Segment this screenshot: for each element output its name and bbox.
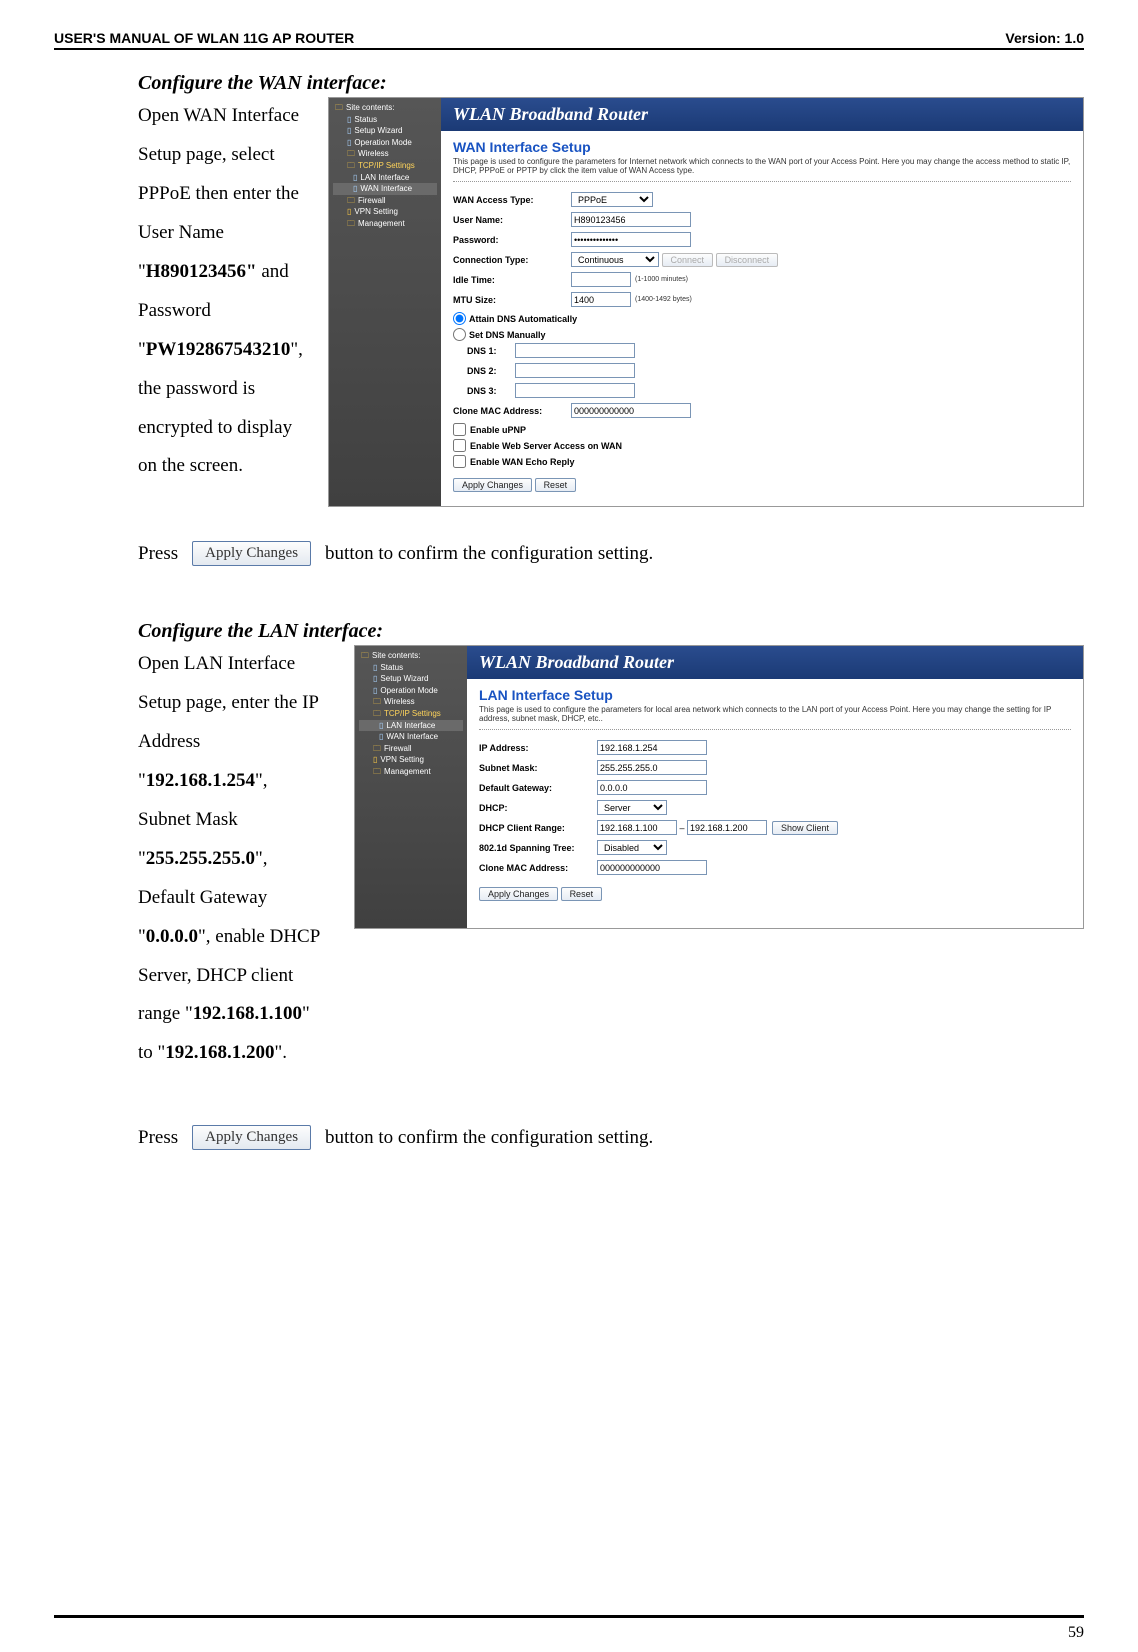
apply-changes-button[interactable]: Apply Changes <box>192 541 311 566</box>
lan-dhcp-select[interactable]: Server <box>597 800 667 815</box>
wan-screenshot: 🗀Site contents: ▯Status ▯Setup Wizard ▯O… <box>328 97 1084 507</box>
upnp-checkbox[interactable] <box>453 423 466 436</box>
router-banner: WLAN Broadband Router <box>467 646 1083 679</box>
lan-range-a-input[interactable] <box>597 820 677 835</box>
lan-range-b-input[interactable] <box>687 820 767 835</box>
doc-header-right: Version: 1.0 <box>1005 30 1084 46</box>
echo-checkbox[interactable] <box>453 455 466 468</box>
section-a-body: Open WAN Interface Setup page, select PP… <box>138 97 320 486</box>
wan-user-input[interactable] <box>571 212 691 227</box>
press-tail: button to confirm the configuration sett… <box>325 543 653 565</box>
wan-idle-input[interactable] <box>571 272 631 287</box>
wan-title: WAN Interface Setup <box>453 139 1071 155</box>
router-banner: WLAN Broadband Router <box>441 98 1083 131</box>
lan-desc: This page is used to configure the param… <box>479 705 1071 730</box>
wan-apply-button[interactable]: Apply Changes <box>453 478 532 492</box>
press-label: Press <box>138 1127 178 1149</box>
press-tail: button to confirm the configuration sett… <box>325 1127 653 1149</box>
wan-mtu-input[interactable] <box>571 292 631 307</box>
wan-clone-input[interactable] <box>571 403 691 418</box>
page-number: 59 <box>1068 1624 1084 1642</box>
section-a-title: Configure the WAN interface: <box>138 72 1084 95</box>
show-client-button[interactable]: Show Client <box>772 821 838 835</box>
apply-changes-button[interactable]: Apply Changes <box>192 1125 311 1150</box>
dns-auto-radio[interactable] <box>453 312 466 325</box>
lan-mask-input[interactable] <box>597 760 707 775</box>
disconnect-button[interactable]: Disconnect <box>716 253 779 267</box>
footer-rule <box>54 1615 1084 1618</box>
dns2-input[interactable] <box>515 363 635 378</box>
lan-stp-select[interactable]: Disabled <box>597 840 667 855</box>
lan-reset-button[interactable]: Reset <box>561 887 603 901</box>
lan-apply-button[interactable]: Apply Changes <box>479 887 558 901</box>
wan-reset-button[interactable]: Reset <box>535 478 577 492</box>
dns1-input[interactable] <box>515 343 635 358</box>
dns-manual-radio[interactable] <box>453 328 466 341</box>
doc-header-left: USER'S MANUAL OF WLAN 11G AP ROUTER <box>54 30 354 46</box>
lan-clone-input[interactable] <box>597 860 707 875</box>
lan-screenshot: 🗀Site contents: ▯Status ▯Setup Wizard ▯O… <box>354 645 1084 929</box>
lan-gw-input[interactable] <box>597 780 707 795</box>
lan-ip-input[interactable] <box>597 740 707 755</box>
wan-desc: This page is used to configure the param… <box>453 157 1071 182</box>
press-label: Press <box>138 543 178 565</box>
wan-pass-input[interactable] <box>571 232 691 247</box>
sidebar: 🗀Site contents: ▯Status ▯Setup Wizard ▯O… <box>329 98 441 506</box>
connect-button[interactable]: Connect <box>662 253 714 267</box>
wan-conn-select[interactable]: Continuous <box>571 252 659 267</box>
webwan-checkbox[interactable] <box>453 439 466 452</box>
lan-title: LAN Interface Setup <box>479 687 1071 703</box>
sidebar: 🗀Site contents: ▯Status ▯Setup Wizard ▯O… <box>355 646 467 928</box>
dns3-input[interactable] <box>515 383 635 398</box>
section-b-title: Configure the LAN interface: <box>138 620 1084 643</box>
section-b-body: Open LAN Interface Setup page, enter the… <box>138 645 346 1073</box>
wan-access-select[interactable]: PPPoE <box>571 192 653 207</box>
